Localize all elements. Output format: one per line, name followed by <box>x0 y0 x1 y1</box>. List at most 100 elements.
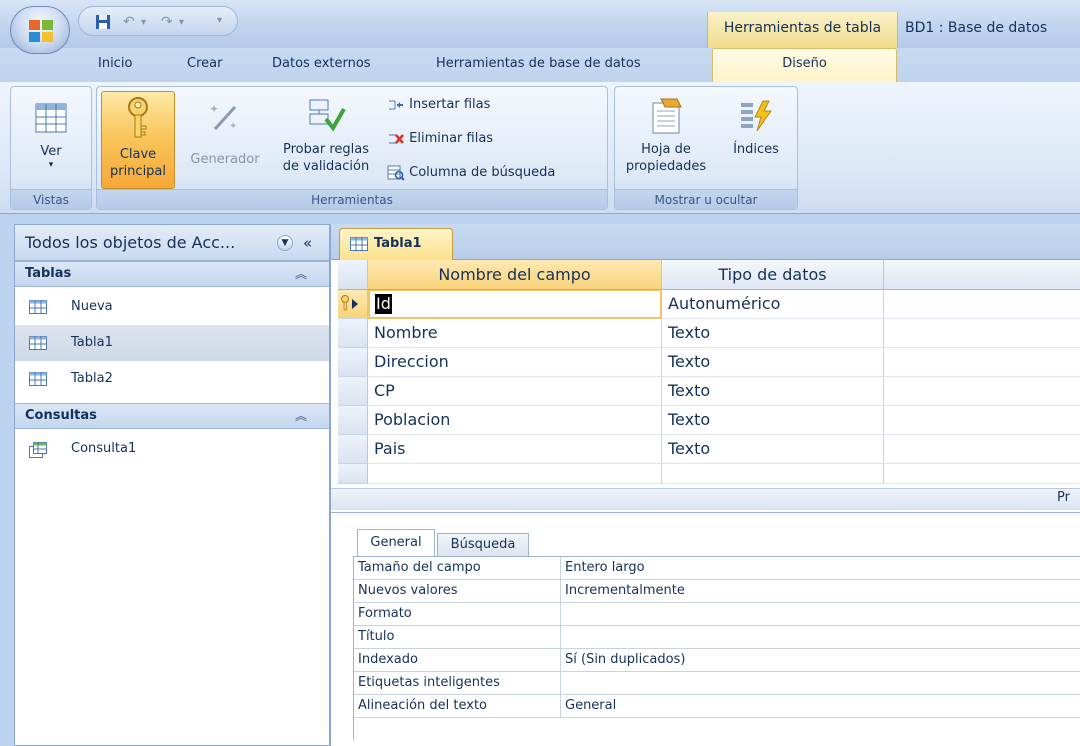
collapse-section-icon[interactable]: ︽ <box>295 262 307 286</box>
property-name: Formato <box>358 606 412 621</box>
column-header-data-type[interactable]: Tipo de datos <box>662 260 884 290</box>
navigation-pane: Todos los objetos de Acc... ▼ « Tablas ︽… <box>14 224 330 746</box>
property-value[interactable] <box>560 672 1080 694</box>
nav-section-consultas[interactable]: Consultas ︽ <box>15 403 329 429</box>
design-grid: Nombre del campo Tipo de datos Id Autonu… <box>338 260 1080 512</box>
tab-diseno[interactable]: Diseño <box>712 48 897 84</box>
property-row[interactable]: Alineación del texto General <box>354 695 1080 718</box>
save-icon[interactable] <box>95 14 111 30</box>
table-row-type[interactable]: Texto <box>662 319 884 348</box>
property-name: Indexado <box>358 652 418 667</box>
table-row-field[interactable]: Nombre <box>368 319 662 348</box>
insertar-filas-button[interactable]: Insertar filas <box>387 95 490 115</box>
nav-pane-header[interactable]: Todos los objetos de Acc... ▼ « <box>15 225 329 261</box>
insert-rows-icon <box>389 100 403 109</box>
property-value[interactable] <box>560 626 1080 648</box>
table-row-field[interactable] <box>368 464 662 484</box>
tab-crear[interactable]: Crear <box>187 56 222 71</box>
group-label-herramientas: Herramientas <box>97 189 607 209</box>
document-tab-label: Tabla1 <box>374 236 422 251</box>
document-tab-tabla1[interactable]: Tabla1 <box>339 228 453 261</box>
probar-reglas-button[interactable]: Probar reglas de validación <box>273 91 379 187</box>
wand-icon: ✦ ✦ <box>209 102 237 132</box>
tab-busqueda[interactable]: Búsqueda <box>437 533 529 557</box>
column-header-description[interactable] <box>884 260 1080 290</box>
table-row-field[interactable]: CP <box>368 377 662 406</box>
property-row[interactable]: Formato <box>354 603 1080 626</box>
tab-datos-externos[interactable]: Datos externos <box>272 56 371 71</box>
ver-button[interactable]: Ver ▾ <box>15 91 87 187</box>
table-row-type[interactable]: Autonumérico <box>662 290 884 319</box>
generador-button[interactable]: ✦ ✦ Generador <box>181 91 269 187</box>
table-row-description[interactable] <box>884 464 1080 484</box>
columna-busqueda-button[interactable]: Columna de búsqueda <box>387 163 555 183</box>
table-icon <box>29 372 47 386</box>
document-tabs: Tabla1 <box>331 224 1080 261</box>
property-row[interactable]: Indexado Sí (Sin duplicados) <box>354 649 1080 672</box>
nav-item-tabla1[interactable]: Tabla1 <box>15 325 329 361</box>
clave-principal-button[interactable]: Clave principal <box>101 91 175 189</box>
table-row-type[interactable] <box>662 464 884 484</box>
group-herramientas: Clave principal ✦ ✦ Generador Probar reg… <box>96 86 608 210</box>
table-row-type[interactable]: Texto <box>662 406 884 435</box>
nav-pane-dropdown-icon[interactable]: ▼ <box>277 235 293 251</box>
tab-herramientas-bd[interactable]: Herramientas de base de datos <box>436 56 641 71</box>
row-selector[interactable] <box>338 348 368 377</box>
property-value[interactable]: Incrementalmente <box>560 580 1080 602</box>
table-row-description[interactable] <box>884 435 1080 464</box>
delete-rows-icon <box>389 133 404 144</box>
customize-qat-icon[interactable]: ▾ <box>217 15 222 26</box>
property-value[interactable]: Sí (Sin duplicados) <box>560 649 1080 671</box>
nav-pane-collapse-icon[interactable]: « <box>303 225 312 261</box>
property-row[interactable]: Título <box>354 626 1080 649</box>
table-row-field[interactable]: Direccion <box>368 348 662 377</box>
table-row-type[interactable]: Texto <box>662 348 884 377</box>
nav-section-label: Consultas <box>25 408 97 423</box>
property-row[interactable]: Nuevos valores Incrementalmente <box>354 580 1080 603</box>
insertar-filas-label: Insertar filas <box>409 97 491 112</box>
redo-dropdown-icon[interactable]: ▾ <box>179 17 184 28</box>
table-row-type[interactable]: Texto <box>662 435 884 464</box>
table-row-field[interactable]: Poblacion <box>368 406 662 435</box>
nav-section-tablas[interactable]: Tablas ︽ <box>15 261 329 287</box>
property-value[interactable]: Entero largo <box>560 557 1080 579</box>
row-selector[interactable] <box>338 435 368 464</box>
collapse-section-icon[interactable]: ︽ <box>295 404 307 428</box>
table-row-description[interactable] <box>884 377 1080 406</box>
group-vistas: Ver ▾ Vistas <box>10 86 92 210</box>
nav-item-tabla2[interactable]: Tabla2 <box>15 361 329 397</box>
row-selector[interactable] <box>338 290 368 319</box>
office-button[interactable] <box>10 6 70 54</box>
row-selector[interactable] <box>338 464 368 484</box>
undo-icon[interactable]: ↶ <box>123 14 135 30</box>
hoja-line2: propiedades <box>625 159 707 174</box>
hoja-propiedades-button[interactable]: Hoja de propiedades <box>621 91 711 187</box>
indices-button[interactable]: Índices <box>719 91 793 187</box>
table-row-field[interactable]: Id <box>368 290 662 319</box>
table-row-field[interactable]: Pais <box>368 435 662 464</box>
table-row-description[interactable] <box>884 319 1080 348</box>
key-icon <box>128 97 148 138</box>
table-row-type[interactable]: Texto <box>662 377 884 406</box>
table-row-description[interactable] <box>884 348 1080 377</box>
nav-item-consulta1[interactable]: Consulta1 <box>15 431 329 467</box>
generador-label: Generador <box>190 152 260 167</box>
tab-inicio[interactable]: Inicio <box>98 56 132 71</box>
nav-item-nueva[interactable]: Nueva <box>15 289 329 325</box>
property-row[interactable]: Etiquetas inteligentes <box>354 672 1080 695</box>
row-selector[interactable] <box>338 406 368 435</box>
property-row[interactable]: Tamaño del campo Entero largo <box>354 557 1080 580</box>
property-value[interactable] <box>560 603 1080 625</box>
redo-icon[interactable]: ↷ <box>161 14 173 30</box>
row-selector[interactable] <box>338 319 368 348</box>
field-properties-panel: General Búsqueda Tamaño del campo Entero … <box>331 512 1080 746</box>
select-all-corner[interactable] <box>338 260 368 290</box>
property-value[interactable]: General <box>560 695 1080 717</box>
undo-dropdown-icon[interactable]: ▾ <box>141 17 146 28</box>
row-selector[interactable] <box>338 377 368 406</box>
table-row-description[interactable] <box>884 406 1080 435</box>
table-row-description[interactable] <box>884 290 1080 319</box>
eliminar-filas-button[interactable]: Eliminar filas <box>387 129 493 149</box>
tab-general[interactable]: General <box>357 529 435 557</box>
column-header-field-name[interactable]: Nombre del campo <box>368 260 662 290</box>
